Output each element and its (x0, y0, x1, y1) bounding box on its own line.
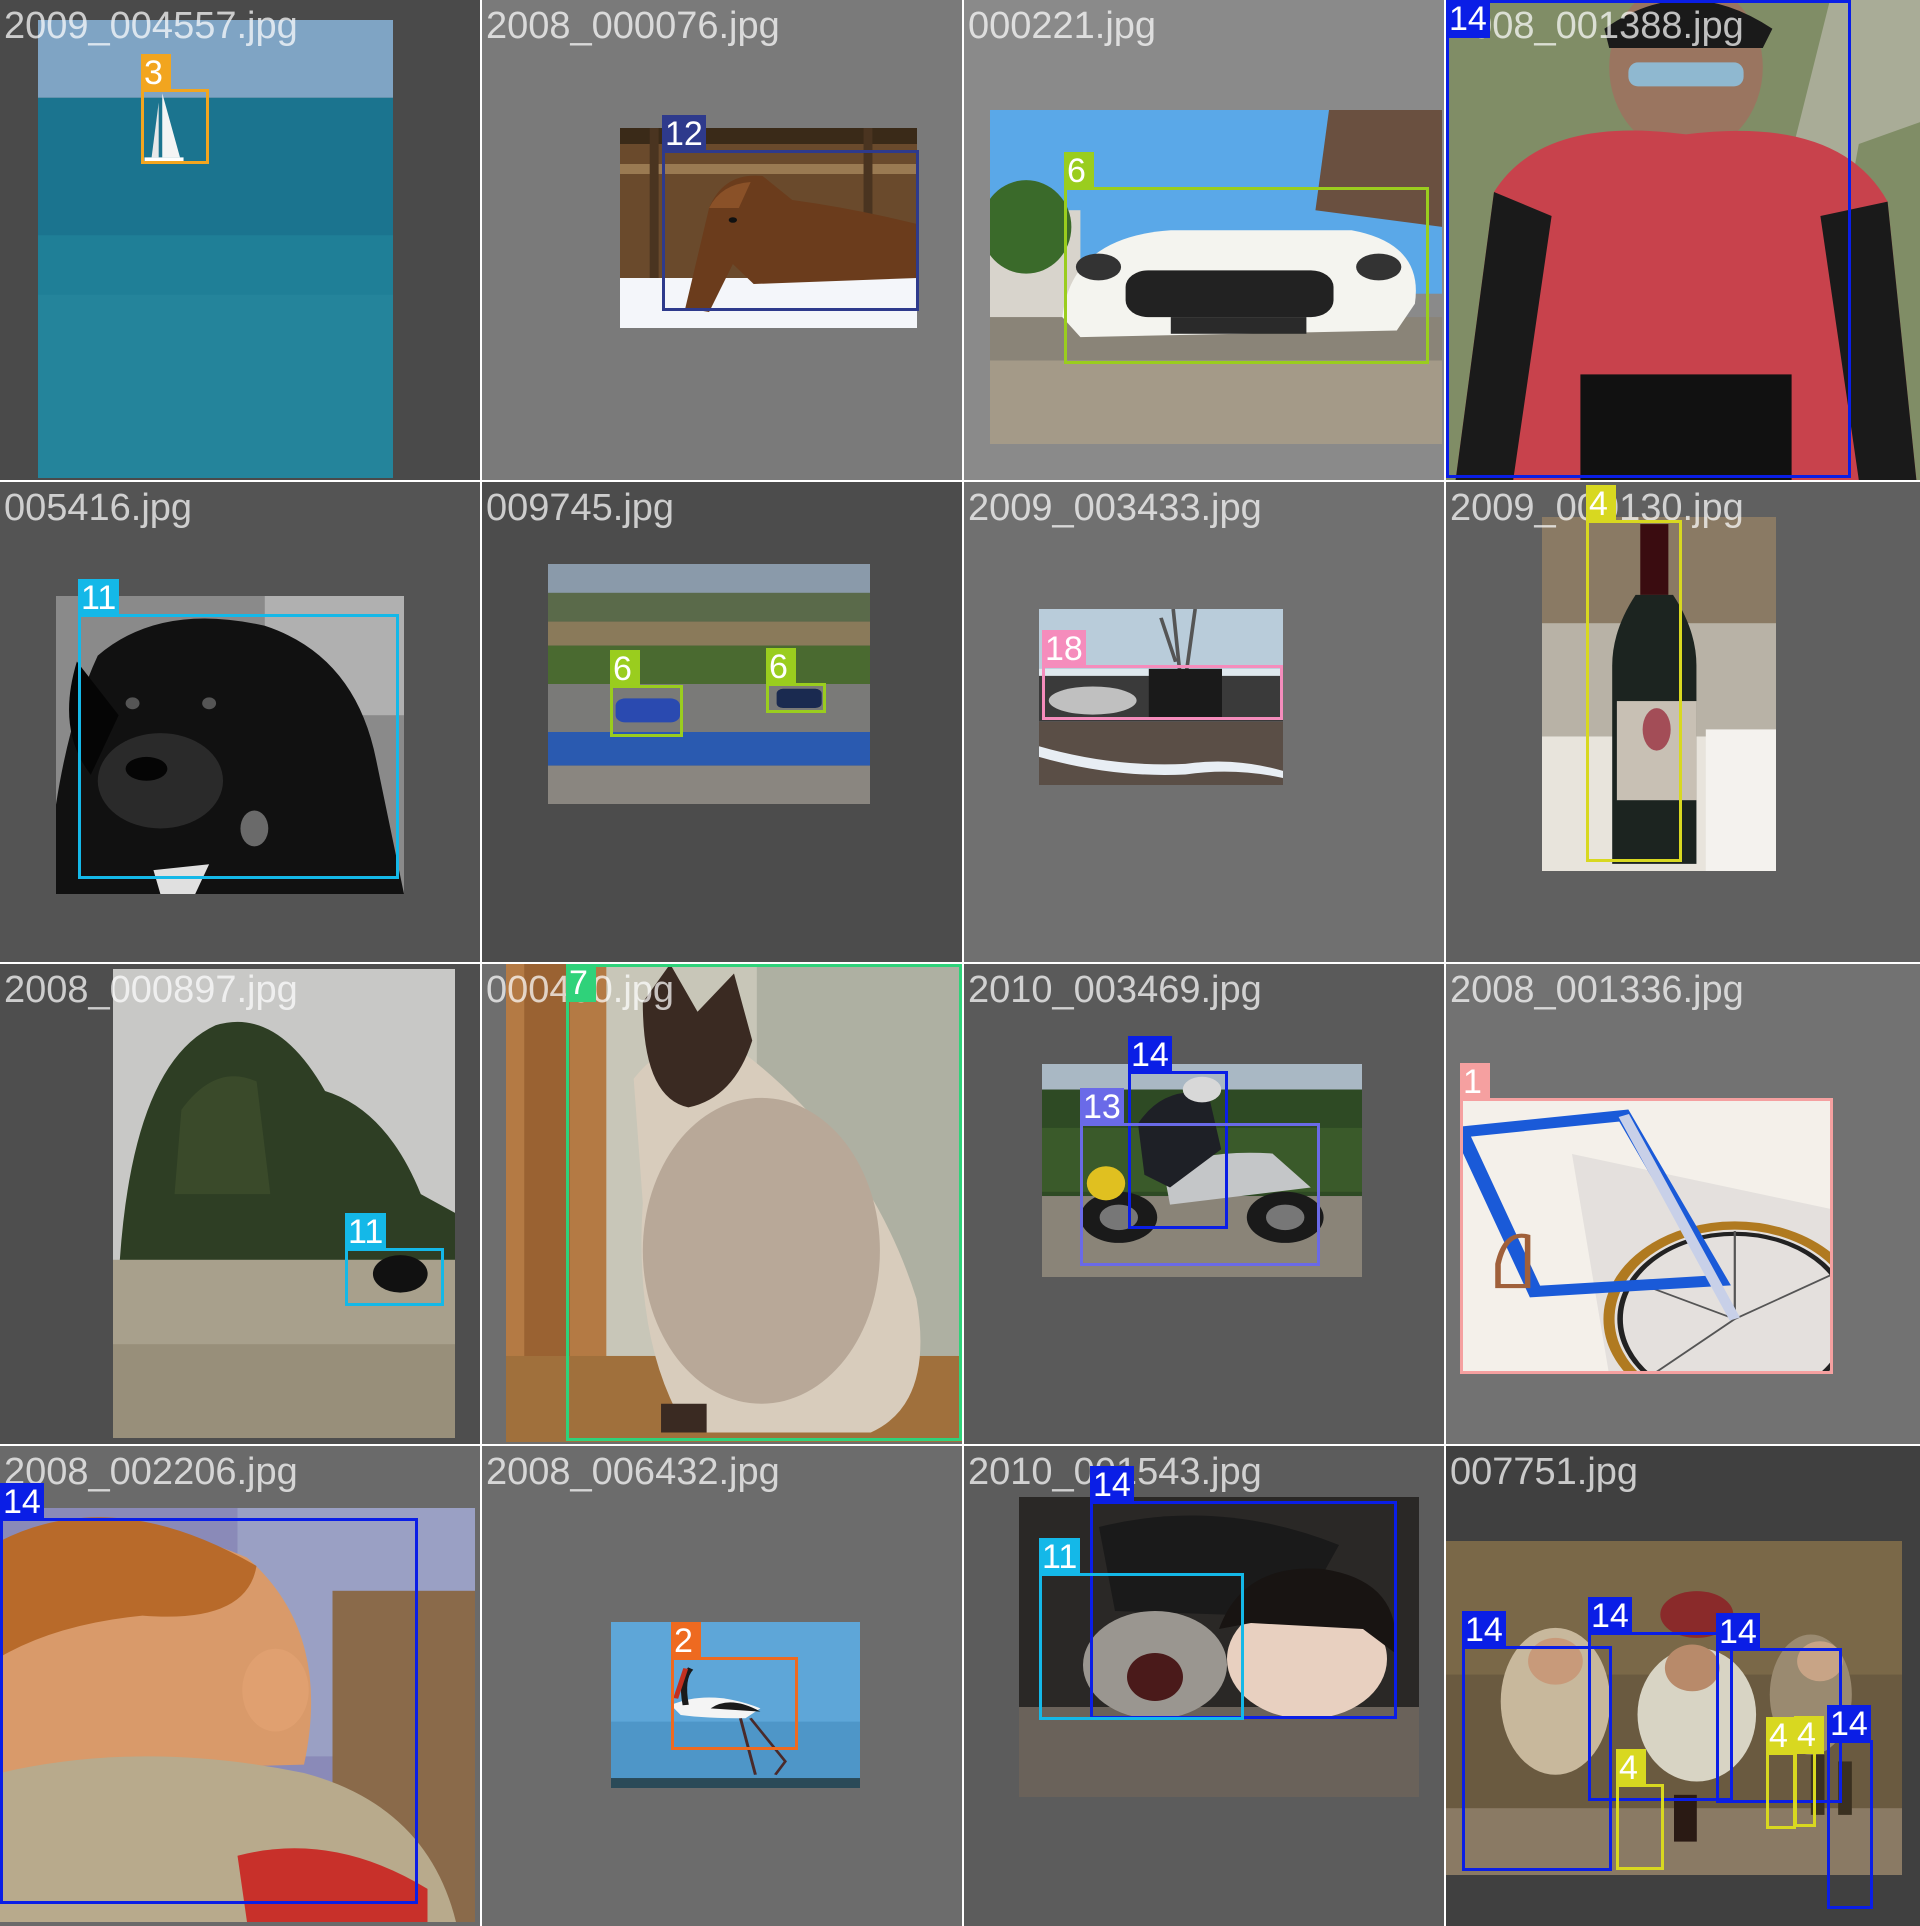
image-filename: 2008_000897.jpg (4, 969, 298, 1011)
bounding-box: 4 (1766, 1717, 1796, 1829)
mosaic-tile: 2009_003433.jpg 18 (964, 482, 1444, 962)
class-label-tag: 4 (1766, 1717, 1796, 1755)
class-label-tag: 6 (766, 648, 796, 686)
class-label-tag: 14 (1827, 1705, 1871, 1743)
class-label-tag: 3 (141, 54, 171, 92)
class-label-tag: 4 (1616, 1749, 1646, 1787)
class-label-tag: 11 (78, 579, 120, 617)
class-label-tag: 12 (662, 115, 706, 153)
image-filename: 2009_003433.jpg (968, 487, 1262, 529)
mosaic-tile: 000400.jpg7 (482, 964, 962, 1444)
mosaic-tile: 2008_001388.jpg 14 (1446, 0, 1920, 480)
class-label-tag: 11 (345, 1213, 387, 1251)
bounding-box: 11 (78, 579, 399, 879)
bounding-box: 14 (0, 1483, 418, 1904)
class-label-tag: 14 (1446, 0, 1490, 38)
image-filename: 009745.jpg (486, 487, 675, 529)
bounding-box: 4 (1616, 1749, 1664, 1870)
bounding-box: 3 (141, 54, 209, 164)
class-label-tag: 18 (1042, 630, 1086, 668)
class-label-tag: 14 (1090, 1466, 1134, 1504)
detection-mosaic: 2009_004557.jpg 3 2008_000076.jpg 12 00022… (0, 0, 1920, 1926)
mosaic-tile: 2008_001336.jpg 1 (1446, 964, 1920, 1444)
photo-sea (38, 20, 393, 478)
mosaic-tile: 009745.jpg 6 6 (482, 482, 962, 962)
class-label-tag: 2 (671, 1622, 701, 1660)
image-filename: 2008_000076.jpg (486, 5, 780, 47)
bounding-box: 18 (1042, 630, 1283, 720)
bounding-box: 14 (1827, 1705, 1873, 1909)
mosaic-tile: 2008_000897.jpg 11 (0, 964, 480, 1444)
image-filename: 2008_001336.jpg (1450, 969, 1744, 1011)
class-label-tag: 13 (1080, 1088, 1124, 1126)
class-label-tag: 4 (1586, 485, 1616, 523)
bounding-box: 14 (1446, 0, 1851, 478)
image-filename: 005416.jpg (4, 487, 193, 529)
class-label-tag: 11 (1039, 1538, 1081, 1576)
bounding-box: 4 (1794, 1716, 1824, 1827)
bounding-box: 6 (766, 648, 826, 713)
class-label-tag: 7 (566, 964, 596, 1002)
mosaic-tile: 2008_006432.jpg 2 (482, 1446, 962, 1926)
image-filename: 2009_004557.jpg (4, 5, 298, 47)
bounding-box: 6 (1064, 152, 1429, 364)
class-label-tag: 14 (1462, 1611, 1506, 1649)
bounding-box: 12 (662, 115, 919, 311)
bounding-box: 4 (1586, 485, 1682, 862)
mosaic-tile: 000221.jpg 6 (964, 0, 1444, 480)
class-label-tag: 6 (1064, 152, 1094, 190)
photo-scene (38, 20, 393, 478)
bounding-box: 6 (610, 650, 683, 737)
class-label-tag: 6 (610, 650, 640, 688)
mosaic-tile: 005416.jpg 11 (0, 482, 480, 962)
bounding-box: 2 (671, 1622, 798, 1750)
image-filename: 2008_002206.jpg (4, 1451, 298, 1493)
mosaic-tile: 2008_002206.jpg 14 (0, 1446, 480, 1926)
mosaic-tile: 007751.jpg 14 14 14 14 4 4 4 (1446, 1446, 1920, 1926)
mosaic-tile: 2009_000130.jpg4 (1446, 482, 1920, 962)
image-filename: 007751.jpg (1450, 1451, 1639, 1493)
class-label-tag: 14 (1716, 1613, 1760, 1651)
image-filename: 000221.jpg (968, 5, 1157, 47)
class-label-tag: 4 (1794, 1716, 1824, 1754)
mosaic-tile: 2010_003469.jpg 14 13 (964, 964, 1444, 1444)
bounding-box: 7 (566, 964, 962, 1441)
class-label-tag: 14 (1588, 1597, 1632, 1635)
bounding-box: 14 (1588, 1597, 1733, 1801)
bounding-box: 11 (345, 1213, 444, 1306)
class-label-tag: 14 (0, 1483, 44, 1521)
mosaic-tile: 2010_001543.jpg1411 (964, 1446, 1444, 1926)
class-label-tag: 14 (1128, 1036, 1172, 1074)
bounding-box: 1 (1460, 1063, 1833, 1374)
bounding-box: 11 (1039, 1538, 1244, 1720)
photo-field (113, 969, 455, 1438)
bounding-box: 13 (1080, 1088, 1320, 1266)
mosaic-tile: 2009_004557.jpg 3 (0, 0, 480, 480)
photo-scene (113, 969, 455, 1438)
mosaic-tile: 2008_000076.jpg 12 (482, 0, 962, 480)
image-filename: 2010_003469.jpg (968, 969, 1262, 1011)
image-filename: 2008_006432.jpg (486, 1451, 780, 1493)
class-label-tag: 1 (1460, 1063, 1490, 1101)
